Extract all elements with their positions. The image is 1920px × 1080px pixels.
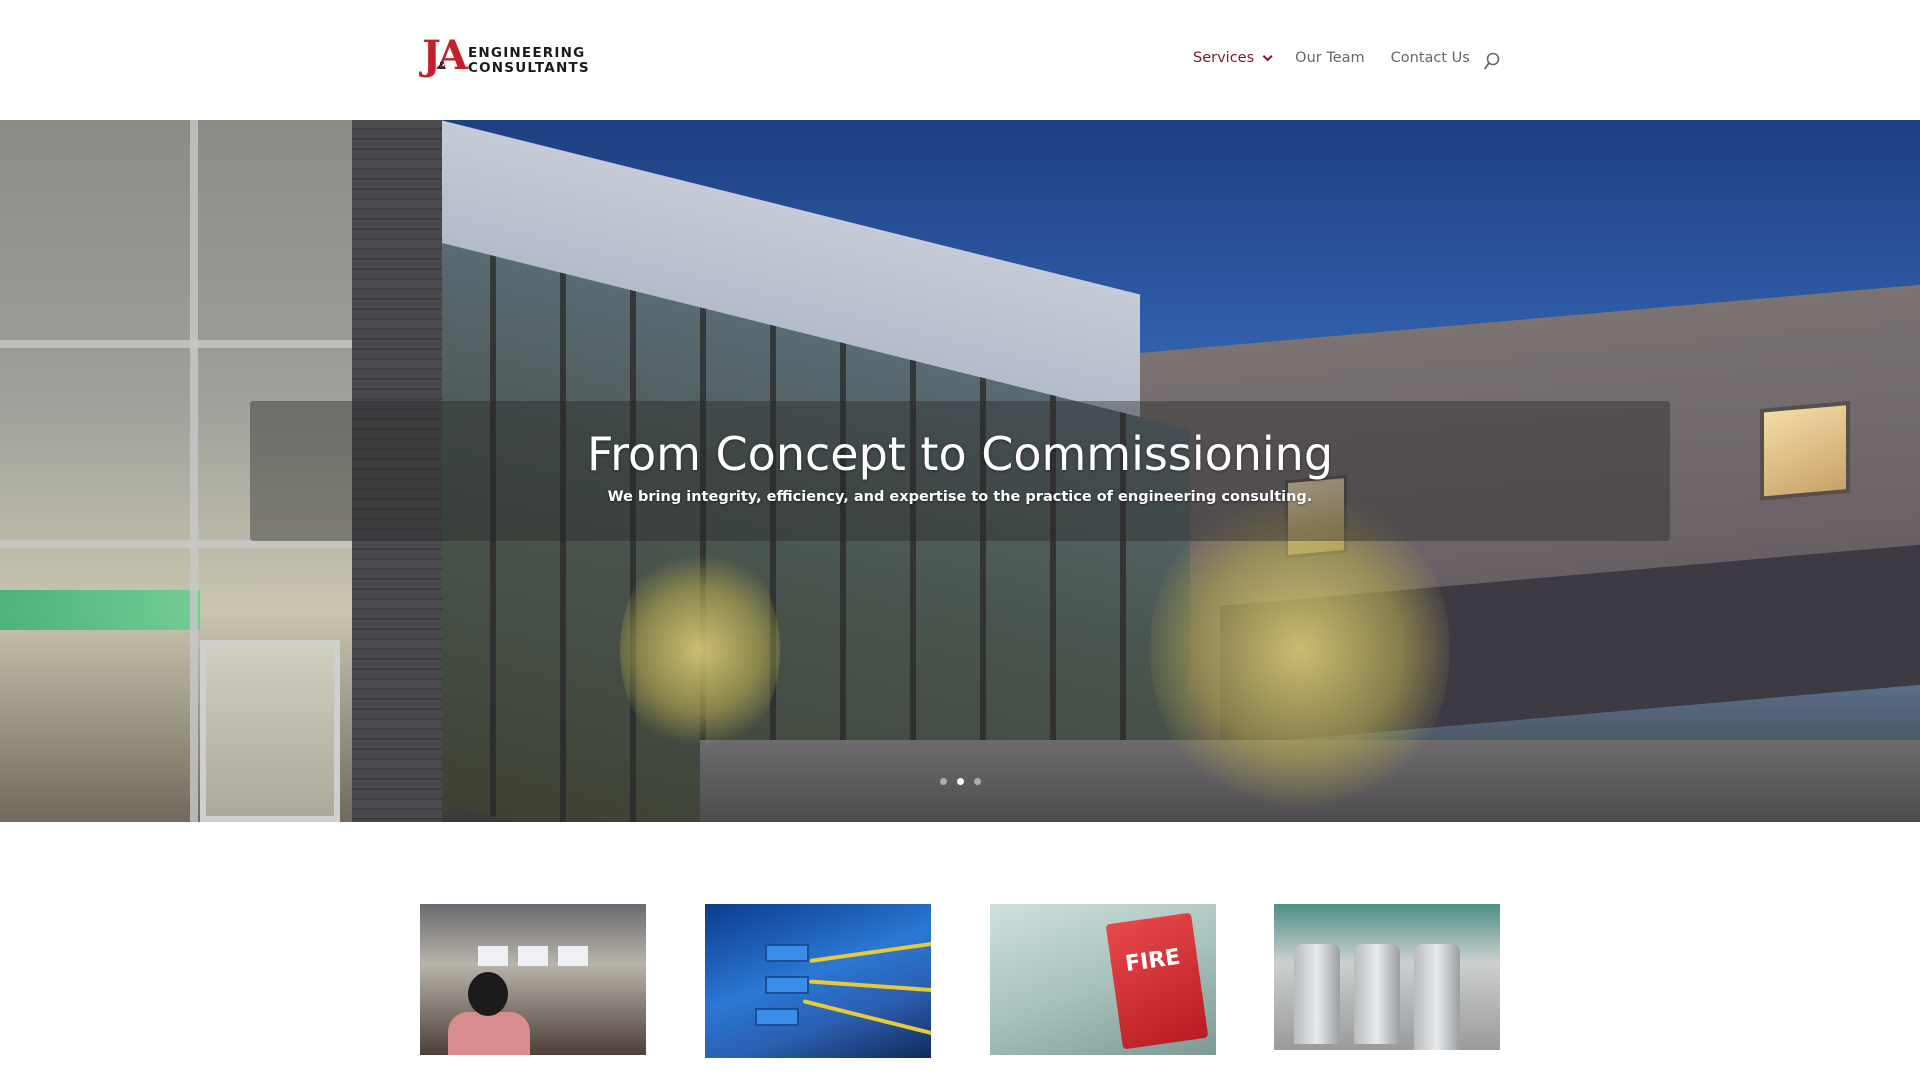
network-cables-image[interactable] [705, 904, 931, 1058]
auditorium-screen [558, 946, 588, 966]
lobby-frame [190, 120, 198, 822]
site-logo[interactable]: JA & ENGINEERING CONSULTANTS [422, 30, 590, 78]
services-images: FIRE [0, 904, 1920, 1080]
auditorium-person-head [468, 972, 508, 1016]
logo-line-2: CONSULTANTS [468, 60, 590, 76]
slider-pagination [940, 778, 981, 785]
hero-title: From Concept to Commissioning [586, 427, 1334, 481]
network-plug [765, 976, 809, 994]
nav-item-services[interactable]: Services [1193, 50, 1273, 66]
security-turnstiles-image[interactable] [1274, 904, 1500, 1050]
nav-item-our-team-label: Our Team [1295, 50, 1365, 66]
site-header: JA & ENGINEERING CONSULTANTS Services Ou… [0, 0, 1920, 120]
nav-item-services-label: Services [1193, 50, 1255, 66]
hero-caption: From Concept to Commissioning We bring i… [250, 401, 1670, 541]
fire-alarm-image[interactable]: FIRE [990, 904, 1216, 1055]
slider-dot-2[interactable] [957, 778, 964, 785]
slider-dot-1[interactable] [940, 778, 947, 785]
slider-dot-3[interactable] [974, 778, 981, 785]
hero-slider: From Concept to Commissioning We bring i… [0, 120, 1920, 822]
building-window [1760, 400, 1850, 501]
logo-mark-ampersand: & [438, 60, 446, 72]
fiber-cable [802, 999, 931, 1037]
lobby-door [200, 640, 340, 822]
turnstile-gate [1354, 944, 1400, 1044]
auditorium-screen [518, 946, 548, 966]
fire-alarm-label: FIRE [1123, 944, 1182, 978]
chevron-down-icon [1262, 50, 1273, 61]
hero-subtitle: We bring integrity, efficiency, and expe… [607, 489, 1313, 505]
nav-item-contact-us[interactable]: Contact Us [1391, 50, 1470, 66]
auditorium-image[interactable] [420, 904, 646, 1055]
network-plug [755, 1008, 799, 1026]
fire-alarm-box: FIRE [1105, 912, 1209, 1050]
logo-text: ENGINEERING CONSULTANTS [468, 46, 590, 78]
auditorium-person [448, 1012, 530, 1055]
turnstile-gate [1414, 944, 1460, 1050]
logo-line-1: ENGINEERING [468, 45, 586, 61]
logo-mark: JA & [422, 34, 468, 78]
nav-item-our-team[interactable]: Our Team [1295, 50, 1365, 66]
hero-tree [620, 540, 780, 760]
turnstile-gate [1294, 944, 1340, 1044]
network-plug [765, 944, 809, 962]
main-nav: Services Our Team Contact Us [1193, 50, 1496, 66]
search-icon[interactable] [1484, 52, 1500, 70]
lobby-green-light [0, 590, 200, 630]
fiber-cable [809, 979, 931, 993]
auditorium-screen [478, 946, 508, 966]
fiber-cable [809, 940, 931, 964]
nav-item-contact-us-label: Contact Us [1390, 50, 1470, 66]
